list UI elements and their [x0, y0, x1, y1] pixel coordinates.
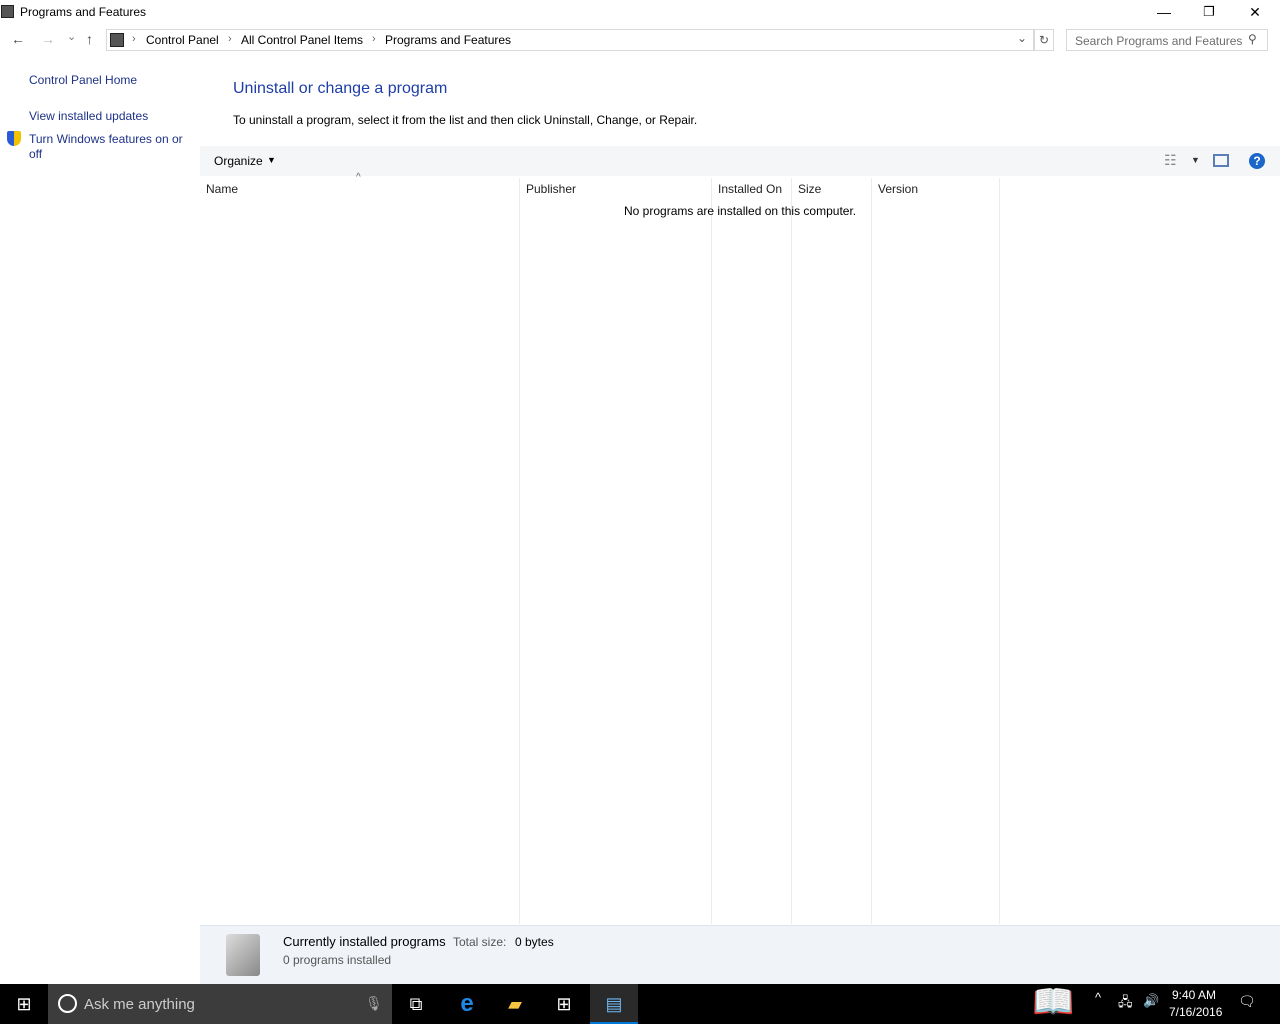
sidebar-item-control-panel-home[interactable]: Control Panel Home [29, 73, 137, 87]
cortana-icon [58, 994, 77, 1013]
programs-count: 0 programs installed [283, 953, 392, 967]
title-bar: Programs and Features — ❐ ✕ [0, 0, 1280, 24]
edge-icon[interactable]: e [443, 984, 491, 1024]
show-hidden-icons[interactable]: ^ [1095, 990, 1101, 1005]
total-size-label: Total size: [453, 935, 507, 949]
column-header-name[interactable]: Name [206, 182, 238, 196]
address-bar[interactable]: › Control Panel › All Control Panel Item… [106, 29, 1034, 51]
preview-pane-icon[interactable] [1213, 154, 1229, 167]
programs-box-icon [226, 934, 260, 976]
control-panel-icon [110, 33, 124, 47]
sidebar-item-view-updates[interactable]: View installed updates [29, 109, 148, 123]
refresh-button[interactable]: ↻ [1034, 29, 1054, 51]
column-header-publisher[interactable]: Publisher [526, 182, 576, 196]
start-button[interactable]: ⊞ [0, 984, 48, 1024]
up-button[interactable]: ↑ [86, 31, 93, 47]
column-divider[interactable] [519, 178, 520, 924]
forward-button[interactable]: → [41, 31, 55, 47]
clock-date[interactable]: 7/16/2016 [1169, 1005, 1222, 1019]
breadcrumb-separator: › [132, 33, 136, 45]
column-divider[interactable] [871, 178, 872, 924]
breadcrumb-separator: › [228, 33, 232, 45]
breadcrumb-separator: › [372, 33, 376, 45]
address-dropdown[interactable]: ⌄ [1017, 31, 1027, 45]
minimize-button[interactable]: — [1141, 0, 1187, 24]
column-divider[interactable] [791, 178, 792, 924]
empty-list-message: No programs are installed on this comput… [624, 204, 857, 218]
microphone-icon[interactable]: 🎙 [365, 995, 383, 1012]
column-divider[interactable] [999, 178, 1000, 924]
back-button[interactable]: ← [11, 31, 25, 47]
breadcrumb-control-panel[interactable]: Control Panel [146, 33, 219, 47]
shield-icon [7, 131, 21, 146]
volume-icon[interactable]: 🔊 [1143, 993, 1159, 1009]
toolbar: Organize ▼ ☷ ▼ ? [200, 146, 1280, 176]
recent-locations-button[interactable]: ⌄ [67, 30, 76, 43]
cortana-placeholder: Ask me anything [84, 996, 195, 1013]
column-header-size[interactable]: Size [798, 182, 821, 196]
organize-button[interactable]: Organize [214, 154, 263, 168]
view-options-icon[interactable]: ☷ [1164, 152, 1177, 169]
search-icon: ⚲ [1248, 32, 1257, 46]
network-icon[interactable]: 🖧 [1118, 993, 1133, 1015]
close-button[interactable]: ✕ [1232, 0, 1278, 24]
action-center-icon[interactable]: 🗨 [1238, 993, 1256, 1010]
file-explorer-icon[interactable]: ▰ [491, 984, 539, 1024]
details-pane: Currently installed programs Total size:… [200, 925, 1280, 984]
view-dropdown-icon[interactable]: ▼ [1191, 155, 1200, 165]
restore-button[interactable]: ❐ [1186, 0, 1232, 24]
control-panel-taskbar-icon[interactable]: ▤ [590, 984, 638, 1024]
cortana-search-box[interactable]: Ask me anything 🎙 [48, 984, 392, 1024]
page-description: To uninstall a program, select it from t… [233, 113, 698, 127]
chevron-down-icon: ▼ [267, 155, 276, 165]
sort-ascending-icon: ^ [356, 172, 361, 183]
help-icon[interactable]: ? [1249, 153, 1265, 169]
column-header-version[interactable]: Version [878, 182, 918, 196]
breadcrumb-programs[interactable]: Programs and Features [385, 33, 511, 47]
programs-icon [1, 5, 14, 18]
search-input[interactable]: Search Programs and Features [1066, 29, 1268, 51]
clock-time[interactable]: 9:40 AM [1172, 988, 1216, 1002]
details-title: Currently installed programs [283, 934, 446, 949]
breadcrumb-all-items[interactable]: All Control Panel Items [241, 33, 363, 47]
window-title: Programs and Features [20, 5, 147, 19]
sidebar-item-windows-features[interactable]: Turn Windows features on or off [29, 132, 189, 162]
task-view-icon[interactable]: ⧉ [392, 984, 440, 1024]
column-divider[interactable] [711, 178, 712, 924]
page-title: Uninstall or change a program [233, 80, 448, 97]
book-watermark-icon: 📖 [1032, 983, 1075, 1021]
total-size-value: 0 bytes [515, 935, 554, 949]
store-icon[interactable]: ⊞ [540, 984, 588, 1024]
column-header-installed-on[interactable]: Installed On [718, 182, 782, 196]
